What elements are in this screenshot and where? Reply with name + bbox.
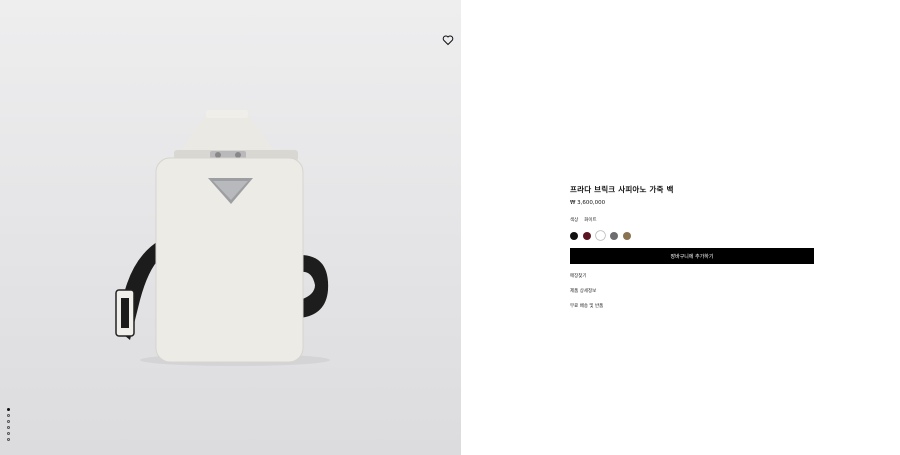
product-image-bag	[115, 110, 330, 366]
product-image-gallery	[0, 0, 461, 455]
swatch-black[interactable]	[570, 231, 578, 240]
store-locator-link[interactable]: 매장찾기	[570, 273, 814, 279]
gallery-dot-6[interactable]	[7, 438, 10, 441]
color-value: 화이트	[584, 218, 597, 223]
color-swatches	[570, 231, 814, 240]
gallery-dot-5[interactable]	[7, 432, 10, 435]
shipping-returns-link[interactable]: 무료 배송 및 반품	[570, 303, 814, 309]
product-info-panel: 프라다 브릭크 사피아노 가죽 백 ₩ 3,600,000 색상 화이트 장바구니…	[570, 184, 814, 309]
add-to-cart-button[interactable]: 장바구니에 추가하기	[570, 248, 814, 264]
gallery-dot-3[interactable]	[7, 420, 10, 423]
product-details-link[interactable]: 제품 상세정보	[570, 288, 814, 294]
swatch-white[interactable]	[596, 231, 605, 240]
gallery-dot-2[interactable]	[7, 414, 10, 417]
gallery-dot-4[interactable]	[7, 426, 10, 429]
swatch-brown[interactable]	[623, 231, 631, 240]
wishlist-heart-icon[interactable]	[442, 31, 454, 46]
swatch-gray[interactable]	[610, 231, 618, 240]
color-label-row: 색상 화이트	[570, 217, 814, 223]
gallery-dot-1[interactable]	[7, 408, 10, 411]
color-label: 색상	[570, 218, 579, 223]
gallery-pagination	[7, 408, 11, 444]
swatch-burgundy[interactable]	[583, 231, 591, 240]
product-title: 프라다 브릭크 사피아노 가죽 백	[570, 185, 674, 194]
product-price: ₩ 3,600,000	[570, 200, 606, 206]
